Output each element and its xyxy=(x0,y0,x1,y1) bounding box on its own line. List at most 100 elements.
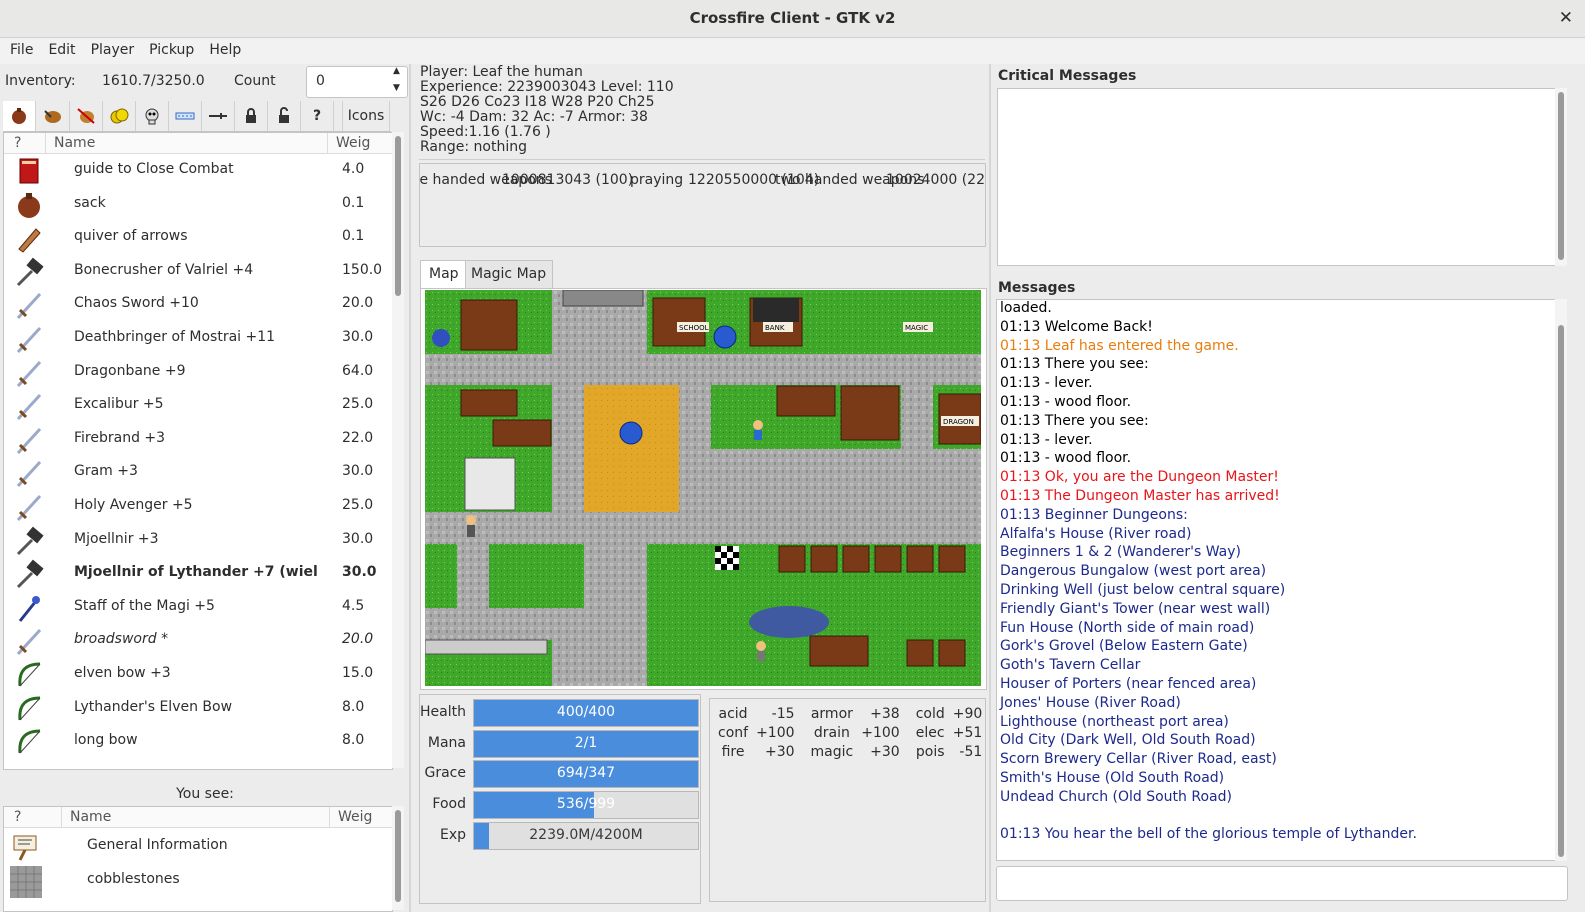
resistance-value: +38 xyxy=(870,706,900,722)
game-map[interactable]: SCHOOL BANK MAGIC DRAGON xyxy=(425,290,981,686)
player-speed: Speed:1.16 (1.76 ) xyxy=(420,124,551,140)
tab-all-icon[interactable] xyxy=(3,101,36,131)
inventory-item-weight: 30.0 xyxy=(342,564,377,581)
menu-file[interactable]: File xyxy=(0,38,38,58)
book-icon xyxy=(14,156,44,186)
skill-value: 1000813043 (100) xyxy=(502,172,634,188)
messages-lines: loaded. 01:13 Welcome Back! 01:13 Leaf has… xyxy=(1000,300,1417,844)
map-frame: SCHOOL BANK MAGIC DRAGON xyxy=(420,288,987,690)
menu-help[interactable]: Help xyxy=(199,38,246,58)
tab-magical-icon[interactable] xyxy=(169,101,202,131)
message-line: Friendly Giant's Tower (near west wall) xyxy=(1000,600,1271,617)
inventory-row[interactable]: Firebrand +3 22.0 xyxy=(4,423,392,457)
inventory-item-name: broadsword * xyxy=(74,631,169,648)
resistance-name: cold xyxy=(915,706,945,722)
look-row[interactable]: cobblestones xyxy=(4,864,392,898)
resistances-panel: acid -15 armor +38 cold +90 conf +100 drain +100 e… xyxy=(709,698,986,902)
tab-unlocked-icon[interactable] xyxy=(268,101,301,131)
resistance-name: pois xyxy=(915,744,945,760)
inventory-item-weight: 0.1 xyxy=(342,194,365,211)
tab-locked-icon[interactable] xyxy=(235,101,268,131)
tab-unidentified-icon[interactable]: ? xyxy=(301,101,334,131)
inventory-scroll-thumb[interactable] xyxy=(395,136,401,296)
look-scroll-thumb[interactable] xyxy=(395,810,401,902)
inventory-row[interactable]: Bonecrusher of Valriel +4 150.0 xyxy=(4,255,392,289)
inventory-row[interactable]: long bow 8.0 xyxy=(4,725,392,759)
hammer-icon xyxy=(14,526,44,556)
inventory-row[interactable]: Mjoellnir of Lythander +7 (wiel 30.0 xyxy=(4,557,392,591)
stat-bar-text: 2/1 xyxy=(574,734,598,751)
col-q[interactable]: ? xyxy=(14,135,21,151)
message-line: 01:13 Ok, you are the Dungeon Master! xyxy=(1000,469,1279,486)
bow-icon xyxy=(14,694,44,724)
look-col-name[interactable]: Name xyxy=(70,809,111,825)
inventory-row[interactable]: Deathbringer of Mostrai +11 30.0 xyxy=(4,322,392,356)
inventory-row[interactable]: Mjoellnir +3 30.0 xyxy=(4,524,392,558)
inventory-item-weight: 4.0 xyxy=(342,161,365,177)
tab-applied-icon[interactable] xyxy=(37,101,70,131)
menu-edit[interactable]: Edit xyxy=(38,38,80,58)
tab-magic-map[interactable]: Magic Map xyxy=(465,260,553,289)
tab-icons[interactable]: Icons xyxy=(342,101,390,131)
resistance-value: +30 xyxy=(764,744,795,760)
tab-unapplied-icon[interactable] xyxy=(70,101,103,131)
inventory-row[interactable]: Gram +3 30.0 xyxy=(4,456,392,490)
sword-icon xyxy=(14,358,44,388)
tab-cursed-icon[interactable] xyxy=(136,101,169,131)
messages-scrollbar[interactable] xyxy=(1555,299,1567,861)
tab-unpaid-icon[interactable] xyxy=(103,101,136,131)
inventory-row[interactable]: Dragonbane +9 64.0 xyxy=(4,356,392,390)
inventory-label: Inventory: xyxy=(5,73,76,89)
look-header: ? Name Weig xyxy=(4,807,392,828)
tab-nonmagical-icon[interactable] xyxy=(202,101,235,131)
inventory-row[interactable]: Staff of the Magi +5 4.5 xyxy=(4,591,392,625)
inventory-row[interactable]: Excalibur +5 25.0 xyxy=(4,389,392,423)
critical-scroll-thumb[interactable] xyxy=(1558,92,1564,260)
sword-icon xyxy=(14,290,44,320)
inventory-row[interactable]: Chaos Sword +10 20.0 xyxy=(4,288,392,322)
look-list: ? Name Weig General Information cobblest… xyxy=(3,806,393,912)
inventory-list: ? Name Weig guide to Close Combat 4.0 sack… xyxy=(3,132,393,770)
close-icon[interactable]: ✕ xyxy=(1559,0,1573,37)
message-line: loaded. xyxy=(1000,300,1052,316)
inventory-row[interactable]: broadsword * 20.0 xyxy=(4,624,392,658)
sword-icon xyxy=(14,492,44,522)
stat-bar-mana: 2/1 xyxy=(473,729,699,758)
inventory-row[interactable]: elven bow +3 15.0 xyxy=(4,658,392,692)
col-weight[interactable]: Weig xyxy=(336,135,370,151)
look-row[interactable]: General Information xyxy=(4,830,392,864)
decrement-icon[interactable]: ▼ xyxy=(393,83,400,93)
inventory-item-weight: 150.0 xyxy=(342,261,383,278)
critical-scrollbar[interactable] xyxy=(1555,88,1567,266)
menu-pickup[interactable]: Pickup xyxy=(139,38,199,58)
look-col-q[interactable]: ? xyxy=(14,809,21,825)
tab-map[interactable]: Map xyxy=(420,260,466,289)
count-stepper[interactable]: 0 ▲ ▼ xyxy=(306,66,408,98)
stat-label: Grace xyxy=(424,765,467,782)
inventory-item-name: sack xyxy=(74,194,106,211)
inventory-item-name: Staff of the Magi +5 xyxy=(74,597,215,614)
col-name[interactable]: Name xyxy=(54,135,95,151)
messages-scroll-thumb[interactable] xyxy=(1558,325,1564,857)
inventory-row[interactable]: Holy Avenger +5 25.0 xyxy=(4,490,392,524)
resistance-name: armor xyxy=(810,706,853,722)
stat-label: Health xyxy=(420,704,466,720)
count-value: 0 xyxy=(316,73,325,89)
inventory-item-name: Excalibur +5 xyxy=(74,396,164,413)
stat-label: Mana xyxy=(427,734,466,751)
messages-box: loaded. 01:13 Welcome Back! 01:13 Leaf has… xyxy=(996,299,1556,861)
inventory-row[interactable]: quiver of arrows 0.1 xyxy=(4,221,392,255)
title-bar: Crossfire Client - GTK v2 ✕ xyxy=(0,0,1585,38)
inventory-item-weight: 64.0 xyxy=(342,362,374,379)
inventory-scrollbar[interactable] xyxy=(392,132,404,768)
look-col-weight[interactable]: Weig xyxy=(338,809,372,825)
menu-player[interactable]: Player xyxy=(81,38,140,58)
player-range: Range: nothing xyxy=(420,139,527,155)
inventory-row[interactable]: guide to Close Combat 4.0 xyxy=(4,154,392,188)
inventory-row[interactable]: Lythander's Elven Bow 8.0 xyxy=(4,692,392,726)
look-scrollbar[interactable] xyxy=(392,806,404,910)
increment-icon[interactable]: ▲ xyxy=(393,66,400,76)
inventory-rows: guide to Close Combat 4.0 sack 0.1 quiver of… xyxy=(4,154,392,769)
command-input[interactable] xyxy=(996,866,1568,901)
inventory-row[interactable]: sack 0.1 xyxy=(4,188,392,222)
